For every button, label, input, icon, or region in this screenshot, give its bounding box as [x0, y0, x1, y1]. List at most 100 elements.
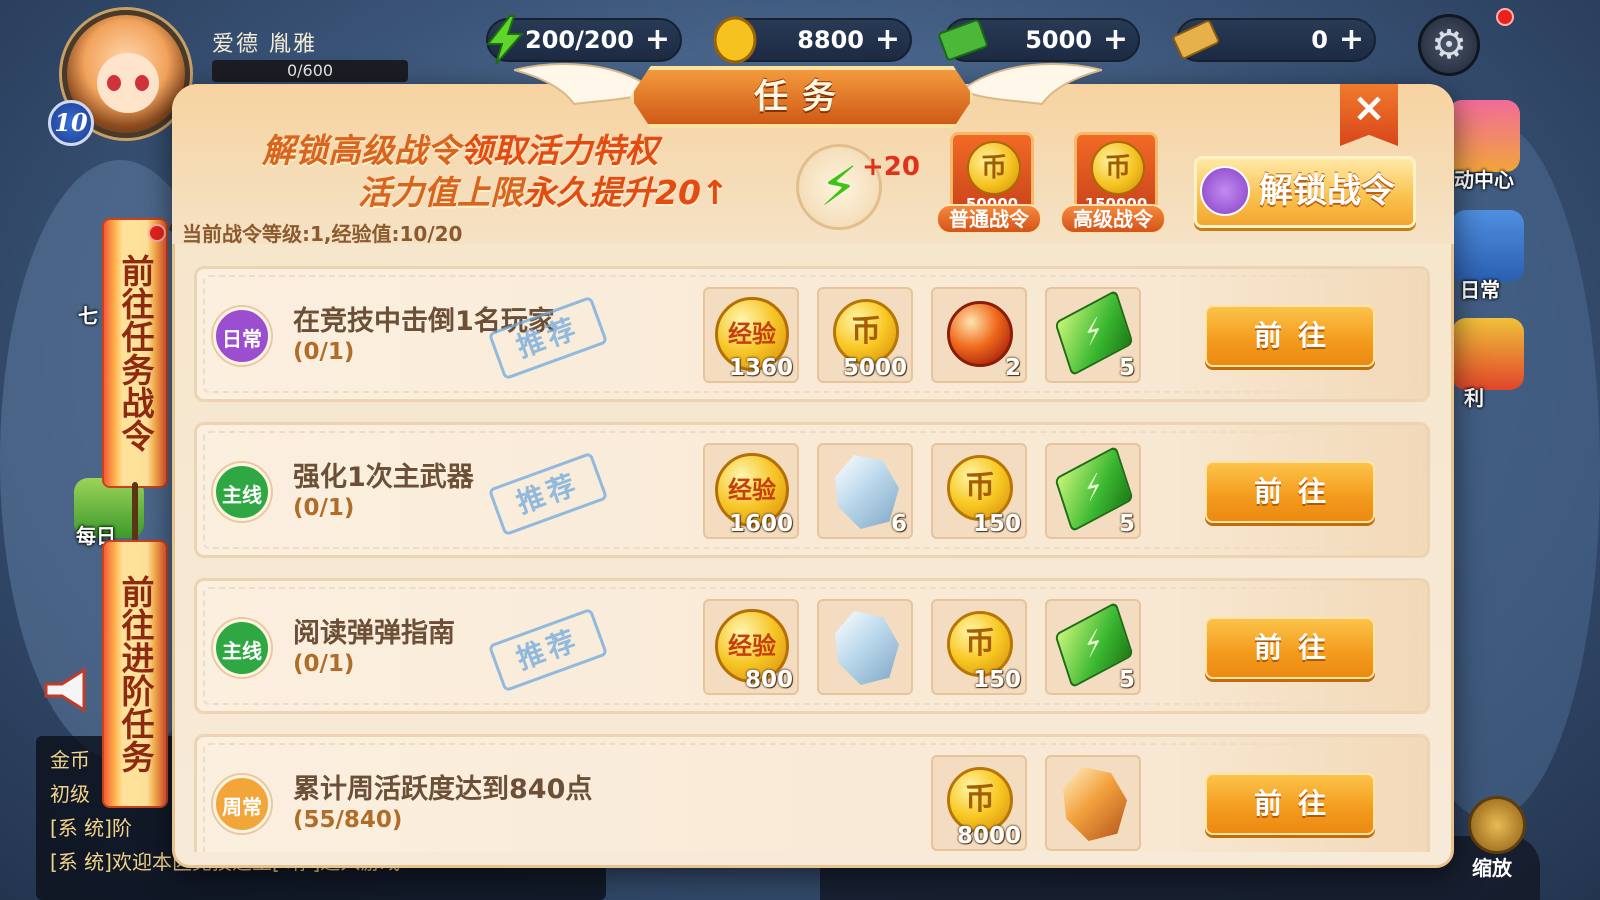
reward-amount: 5 [1118, 667, 1135, 693]
reward-amount: 2 [1004, 355, 1021, 381]
cash-resource[interactable]: 5000 + [938, 18, 1140, 62]
daily-label: 日常 [1460, 278, 1500, 302]
goto-advanced-tasks-tag[interactable]: 前往进阶任务 [102, 540, 168, 808]
activity-center-label: 动中心 [1454, 168, 1514, 192]
amber-stone-icon [1063, 767, 1127, 841]
reward-slot[interactable] [817, 599, 913, 695]
reward-slot[interactable]: ⚡ 5 [1045, 599, 1141, 695]
coin-icon: 币 [1091, 141, 1145, 195]
reward-slot[interactable]: 币 150 [931, 443, 1027, 539]
settings-gear-icon[interactable]: ⚙ [1418, 14, 1480, 76]
reward-slot[interactable]: 经验 1360 [703, 287, 799, 383]
premium-token-label: 高级战令 [1060, 204, 1166, 234]
reward-slot[interactable]: 币 8000 [931, 755, 1027, 851]
promo-line-2: 活力值上限永久提升20↑ [358, 166, 729, 214]
reward-slot[interactable]: 6 [817, 443, 913, 539]
reward-slot[interactable]: 币 150 [931, 599, 1027, 695]
gold-resource[interactable]: 8800 + [713, 16, 912, 64]
reward-slot[interactable] [1045, 755, 1141, 851]
daily-icon[interactable] [1452, 210, 1524, 282]
energy-add-icon[interactable]: + [645, 20, 670, 60]
up-arrow-icon: ↑ [700, 173, 729, 212]
task-title: 累计周活跃度达到840点 [293, 774, 593, 805]
benefits-icon[interactable] [1452, 318, 1524, 390]
gold-value: 8800 [797, 26, 864, 54]
ticket-icon [1172, 20, 1220, 59]
gold-coin-icon [713, 16, 757, 64]
task-type-badge: 周常 [213, 775, 271, 833]
cash-bill-icon [938, 19, 988, 61]
task-row: 日常 在竞技中击倒1名玩家 (0/1) 推荐 经验 1360 币 5000 2 … [194, 266, 1430, 402]
reward-slot[interactable]: 经验 800 [703, 599, 799, 695]
reward-amount: 5000 [842, 355, 907, 381]
avatar-eye-left [107, 75, 121, 91]
avatar-eye-right [135, 75, 149, 91]
activity-center-icon[interactable] [1448, 100, 1520, 172]
task-type-badge: 主线 [213, 463, 271, 521]
promo-line-2-a: 活力值上限 [358, 173, 523, 212]
chat-line: 初级 [50, 782, 90, 806]
coin-icon: 币 [967, 141, 1021, 195]
reward-amount: 6 [890, 511, 907, 537]
reward-amount: 5 [1118, 511, 1135, 537]
player-xp-bar: 0/600 [212, 60, 408, 82]
battlepass-progress-text: 当前战令等级:1,经验值:10/20 [182, 222, 463, 246]
energy-bolt-icon [485, 15, 525, 65]
gold-add-icon[interactable]: + [875, 20, 900, 60]
energy-resource[interactable]: 200/200 + [485, 15, 682, 65]
battlepass-tasks-notification-dot [148, 224, 166, 242]
chat-line: 金币 [50, 748, 90, 772]
ticket-add-icon[interactable]: + [1339, 20, 1364, 60]
go-button[interactable]: 前往 [1205, 773, 1375, 835]
task-title: 阅读弹弹指南 [293, 618, 455, 649]
reward-amount: 800 [744, 667, 793, 693]
megaphone-icon[interactable] [40, 664, 96, 716]
reward-slot[interactable]: 经验 1600 [703, 443, 799, 539]
crystal-stone-icon [835, 611, 899, 685]
fire-orb-icon [947, 301, 1013, 367]
crystal-stone-icon [835, 455, 899, 529]
benefits-label: 利 [1464, 386, 1484, 410]
task-title: 强化1次主武器 [293, 462, 474, 493]
promo-line-1: 解锁高级战令领取活力特权 [262, 124, 658, 172]
task-progress: (0/1) [293, 495, 355, 521]
seven-day-label: 七 [78, 304, 98, 328]
gift-icon [1200, 166, 1250, 216]
ticket-value: 0 [1311, 26, 1328, 54]
zoom-label: 缩放 [1472, 856, 1512, 880]
go-button[interactable]: 前往 [1205, 617, 1375, 679]
normal-token-label: 普通战令 [936, 204, 1042, 234]
task-list[interactable]: 日常 在竞技中击倒1名玩家 (0/1) 推荐 经验 1360 币 5000 2 … [188, 254, 1442, 852]
reward-slot[interactable]: ⚡ 5 [1045, 443, 1141, 539]
go-button[interactable]: 前往 [1205, 461, 1375, 523]
cash-value: 5000 [1025, 26, 1092, 54]
reward-amount: 5 [1118, 355, 1135, 381]
task-progress: (0/1) [293, 651, 355, 677]
player-level-badge: 10 [48, 100, 94, 146]
promo-line-1-a: 解锁高级战令 [262, 131, 460, 170]
dialog-title: 任务 [754, 77, 850, 117]
reward-amount: 8000 [956, 823, 1021, 849]
reward-amount: 1600 [728, 511, 793, 537]
task-row: 主线 阅读弹弹指南 (0/1) 推荐 经验 800 币 150 ⚡ 5 前往 [194, 578, 1430, 714]
zoom-button[interactable] [1468, 796, 1526, 854]
cash-add-icon[interactable]: + [1103, 20, 1128, 60]
task-progress: (0/1) [293, 339, 355, 365]
reward-slot[interactable]: 币 5000 [817, 287, 913, 383]
task-progress: (55/840) [293, 807, 403, 833]
reward-slot[interactable]: ⚡ 5 [1045, 287, 1141, 383]
settings-notification-dot [1496, 8, 1514, 26]
promo-line-2-b: 永久提升20 [523, 173, 701, 212]
ticket-resource[interactable]: 0 + [1172, 18, 1376, 62]
reward-slot[interactable]: 2 [931, 287, 1027, 383]
rope [132, 482, 138, 542]
goto-battlepass-tasks-tag[interactable]: 前往任务战令 [102, 218, 168, 488]
task-row: 周常 累计周活跃度达到840点 (55/840) 币 8000 前往 [194, 734, 1430, 852]
task-type-badge: 日常 [213, 307, 271, 365]
go-button[interactable]: 前往 [1205, 305, 1375, 367]
chat-line: [系 统]阶 [50, 816, 132, 840]
energy-bonus-value: +20 [862, 152, 920, 182]
energy-value: 200/200 [525, 26, 634, 54]
task-row: 主线 强化1次主武器 (0/1) 推荐 经验 1600 6 币 150 ⚡ 5 … [194, 422, 1430, 558]
right-wing-decoration [962, 63, 1102, 106]
